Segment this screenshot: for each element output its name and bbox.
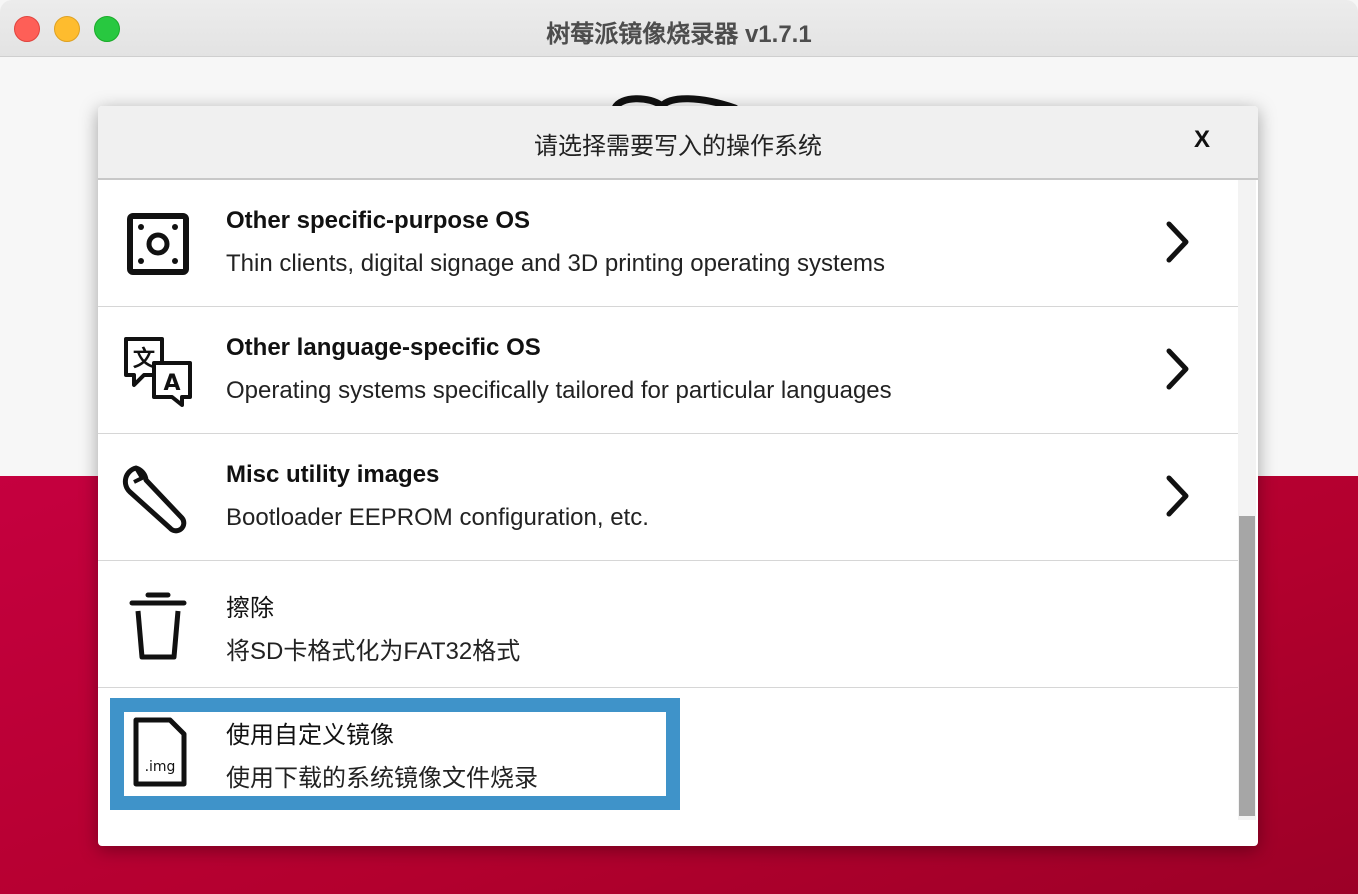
img-file-icon: .img bbox=[133, 717, 187, 787]
item-description: 将SD卡格式化为FAT32格式 bbox=[226, 638, 521, 665]
svg-text:A: A bbox=[163, 371, 180, 396]
item-title: Misc utility images bbox=[226, 461, 440, 488]
wrench-icon bbox=[122, 465, 187, 534]
dialog-title: 请选择需要写入的操作系统 bbox=[534, 133, 822, 160]
os-list: Other specific-purpose OS Thin clients, … bbox=[98, 180, 1238, 815]
device-icon bbox=[127, 213, 189, 275]
dialog-header: 请选择需要写入的操作系统 X bbox=[98, 106, 1258, 180]
item-title: Other specific-purpose OS bbox=[226, 207, 531, 234]
translate-icon: 文 A bbox=[124, 337, 192, 407]
item-description: 使用下载的系统镜像文件烧录 bbox=[226, 765, 538, 792]
item-description: Thin clients, digital signage and 3D pri… bbox=[226, 250, 886, 277]
os-item-specific-purpose[interactable]: Other specific-purpose OS Thin clients, … bbox=[98, 180, 1238, 307]
trash-icon bbox=[129, 592, 187, 660]
chevron-right-icon bbox=[1166, 348, 1189, 390]
item-title: Other language-specific OS bbox=[226, 334, 541, 361]
scrollbar-thumb[interactable] bbox=[1239, 516, 1255, 816]
window-title: 树莓派镜像烧录器 v1.7.1 bbox=[546, 21, 812, 48]
window-titlebar: 树莓派镜像烧录器 v1.7.1 bbox=[0, 0, 1358, 57]
chevron-right-icon bbox=[1166, 475, 1189, 517]
chevron-right-icon bbox=[1166, 221, 1189, 263]
os-item-language-specific[interactable]: 文 A Other language-specific OS Operating… bbox=[98, 307, 1238, 434]
os-select-dialog: 请选择需要写入的操作系统 X Other specific-purpose OS… bbox=[98, 106, 1258, 846]
item-title: 使用自定义镜像 bbox=[226, 722, 394, 749]
dialog-close-button[interactable]: X bbox=[1194, 126, 1210, 154]
os-item-misc-utility[interactable]: Misc utility images Bootloader EEPROM co… bbox=[98, 434, 1238, 561]
item-description: Bootloader EEPROM configuration, etc. bbox=[226, 504, 649, 531]
item-title: 擦除 bbox=[226, 595, 274, 622]
os-item-erase[interactable]: 擦除 将SD卡格式化为FAT32格式 bbox=[98, 561, 1238, 688]
os-item-custom-image[interactable]: .img 使用自定义镜像 使用下载的系统镜像文件烧录 bbox=[98, 688, 1238, 815]
item-description: Operating systems specifically tailored … bbox=[226, 377, 892, 404]
svg-text:.img: .img bbox=[145, 759, 176, 775]
selection-highlight bbox=[110, 698, 680, 810]
